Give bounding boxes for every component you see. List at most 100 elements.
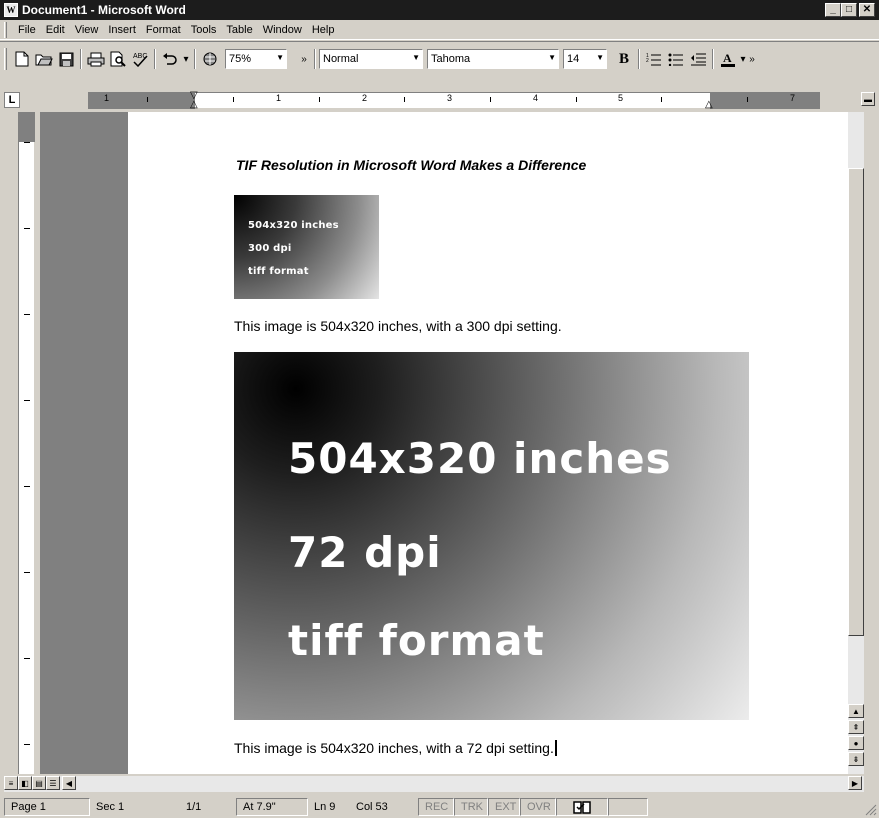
zoom-select[interactable]: 75% ▼ — [225, 49, 287, 69]
status-ext-text: EXT — [495, 801, 517, 813]
toolbar-separator — [712, 49, 714, 69]
close-button[interactable]: ✕ — [859, 3, 875, 17]
status-rec[interactable]: REC — [418, 798, 454, 816]
horizontal-scrollbar[interactable]: ≡ ◧ ▤ ☰ ◀ ▶ — [4, 776, 864, 792]
web-layout-view-icon[interactable]: ◧ — [18, 776, 32, 790]
status-ln-text: Ln 9 — [314, 801, 336, 813]
menu-view[interactable]: View — [70, 22, 104, 38]
menu-bar: File Edit View Insert Format Tools Table… — [0, 20, 879, 40]
status-page[interactable]: Page 1 — [4, 798, 90, 816]
title-bar: W Document1 - Microsoft Word _ □ ✕ — [0, 0, 879, 20]
print-icon[interactable] — [85, 48, 107, 70]
decrease-indent-icon[interactable] — [687, 48, 709, 70]
menu-tools[interactable]: Tools — [186, 22, 222, 38]
spelling-icon[interactable]: ABC — [129, 48, 151, 70]
top-margin — [19, 112, 35, 142]
menu-file[interactable]: File — [13, 22, 41, 38]
document-page[interactable]: TIF Resolution in Microsoft Word Makes a… — [128, 112, 860, 774]
status-page-text: Page 1 — [11, 801, 46, 813]
status-ln[interactable]: Ln 9 — [308, 798, 350, 816]
status-trk[interactable]: TRK — [454, 798, 488, 816]
ruler-tick — [24, 572, 30, 573]
status-trk-text: TRK — [461, 801, 483, 813]
menu-edit[interactable]: Edit — [41, 22, 70, 38]
tab-stop-selector[interactable]: L — [4, 92, 20, 108]
web-toolbar-icon[interactable] — [199, 48, 221, 70]
undo-icon[interactable] — [159, 48, 181, 70]
toolbar-overflow-icon[interactable]: » — [747, 48, 757, 70]
outline-view-icon[interactable]: ☰ — [46, 776, 60, 790]
save-icon[interactable] — [55, 48, 77, 70]
bold-label: B — [618, 50, 629, 67]
left-indent-marker[interactable]: △ — [190, 100, 200, 110]
small-tiff-image[interactable]: 504x320 inches 300 dpi tiff format — [234, 195, 379, 299]
toolbar-separator — [80, 49, 82, 69]
ruler-mark: 1 — [104, 93, 110, 103]
previous-page-icon[interactable]: ⇞ — [848, 720, 864, 734]
menu-table[interactable]: Table — [221, 22, 257, 38]
large-image-text: tiff format — [288, 616, 545, 665]
menu-help[interactable]: Help — [307, 22, 340, 38]
normal-view-icon[interactable]: ≡ — [4, 776, 18, 790]
print-preview-icon[interactable] — [107, 48, 129, 70]
menubar-grip[interactable] — [4, 21, 7, 38]
split-box-icon[interactable]: ▬ — [861, 92, 875, 106]
scroll-up-icon[interactable]: ▲ — [848, 704, 864, 718]
font-value: Tahoma — [431, 53, 471, 65]
word-document-icon[interactable]: W — [4, 3, 18, 17]
zoom-value: 75% — [229, 53, 252, 65]
ruler-tick — [24, 142, 30, 143]
toolbar-options-icon[interactable]: » — [297, 48, 311, 70]
font-select[interactable]: Tahoma ▼ — [427, 49, 559, 69]
bullets-icon[interactable] — [665, 48, 687, 70]
next-page-icon[interactable]: ⇟ — [848, 752, 864, 766]
ruler-tick — [24, 314, 30, 315]
ruler-mark: 4 — [533, 93, 539, 103]
vertical-ruler[interactable] — [18, 112, 35, 774]
vertical-scroll-thumb[interactable] — [848, 168, 864, 636]
status-pages-text: 1/1 — [186, 801, 202, 813]
status-col-text: Col 53 — [356, 801, 388, 813]
minimize-button[interactable]: _ — [825, 3, 841, 17]
scroll-left-icon[interactable]: ◀ — [62, 776, 76, 790]
resize-grip-icon[interactable] — [863, 802, 877, 816]
status-pages[interactable]: 1/1 — [180, 798, 236, 816]
undo-dropdown-icon[interactable]: ▾ — [181, 48, 191, 70]
spelling-status-icon[interactable] — [556, 798, 608, 816]
ruler-tick — [24, 228, 30, 229]
font-color-icon[interactable]: A — [717, 48, 739, 70]
scroll-right-icon[interactable]: ▶ — [848, 776, 862, 790]
font-size-select[interactable]: 14 ▼ — [563, 49, 607, 69]
vertical-scrollbar[interactable]: ▲ ⇞ ● ⇟ — [848, 112, 864, 774]
chevron-down-icon: ▼ — [276, 53, 284, 62]
bold-button[interactable]: B — [613, 48, 635, 70]
select-browse-object-icon[interactable]: ● — [848, 736, 864, 750]
status-ovr[interactable]: OVR — [520, 798, 556, 816]
style-select[interactable]: Normal ▼ — [319, 49, 423, 69]
small-image-text: tiff format — [248, 266, 309, 277]
horizontal-ruler[interactable]: 1 1 2 3 4 5 7 ▽ △ △ — [88, 91, 820, 110]
font-color-dropdown-icon[interactable]: ▾ — [739, 48, 747, 70]
large-tiff-image[interactable]: 504x320 inches 72 dpi tiff format — [234, 352, 749, 720]
toolbar-separator — [194, 49, 196, 69]
ruler-mark: 7 — [790, 93, 796, 103]
toolbar: ABC ▾ 75% ▼ » Normal ▼ Tahoma ▼ 14 ▼ B 1… — [0, 41, 879, 85]
status-ext[interactable]: EXT — [488, 798, 520, 816]
toolbar-grip[interactable] — [4, 48, 7, 70]
status-at[interactable]: At 7.9" — [236, 798, 308, 816]
menu-format[interactable]: Format — [141, 22, 186, 38]
status-sec[interactable]: Sec 1 — [90, 798, 180, 816]
svg-text:2: 2 — [646, 58, 649, 64]
status-language[interactable] — [608, 798, 648, 816]
numbering-icon[interactable]: 12 — [643, 48, 665, 70]
maximize-button[interactable]: □ — [841, 3, 857, 17]
print-layout-view-icon[interactable]: ▤ — [32, 776, 46, 790]
ruler-tick — [147, 97, 148, 102]
menu-insert[interactable]: Insert — [103, 22, 141, 38]
right-indent-marker[interactable]: △ — [705, 100, 715, 110]
status-col[interactable]: Col 53 — [350, 798, 418, 816]
menu-window[interactable]: Window — [258, 22, 307, 38]
new-document-icon[interactable] — [11, 48, 33, 70]
ruler-tick — [404, 97, 405, 102]
open-folder-icon[interactable] — [33, 48, 55, 70]
